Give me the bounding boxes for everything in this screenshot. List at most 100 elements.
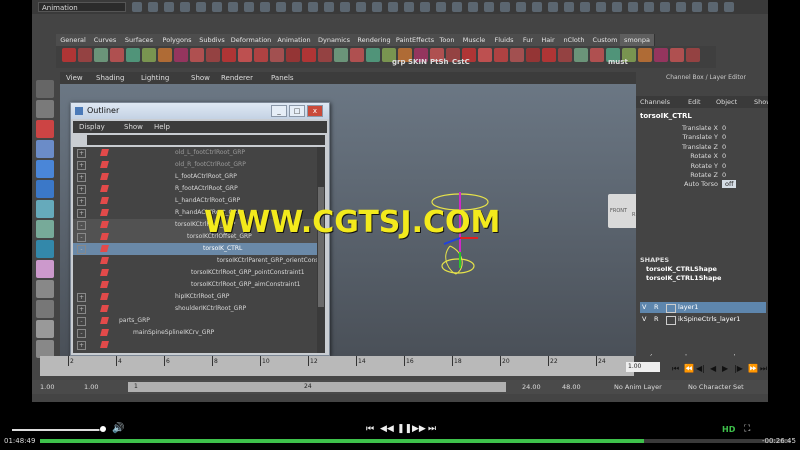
toolbar-icon[interactable]	[372, 2, 382, 12]
shelf-tool-icon[interactable]	[238, 48, 252, 62]
shelf-tool-icon[interactable]	[158, 48, 172, 62]
shelf-tab-custom[interactable]: Custom	[590, 34, 621, 46]
expand-toggle-icon[interactable]: +	[77, 161, 86, 170]
shelf-tool-icon[interactable]	[142, 48, 156, 62]
shelf-tab-fur[interactable]: Fur	[518, 34, 539, 46]
step-key-forward-icon[interactable]: |▶	[734, 364, 743, 373]
outliner-row[interactable]: - torsoIK_CTRL	[73, 243, 317, 255]
tool-icon[interactable]	[36, 280, 54, 298]
tool-icon[interactable]	[36, 260, 54, 278]
shelf-tool-icon[interactable]	[574, 48, 588, 62]
toolbar-icon[interactable]	[724, 2, 734, 12]
shelf-tab-polygons[interactable]: Polygons	[158, 34, 197, 46]
mode-select[interactable]: Animation	[38, 2, 126, 12]
layer-render-toggle[interactable]: R	[654, 314, 659, 325]
outliner-row[interactable]: - mainSpineSplineIKCrv_GRP	[73, 327, 317, 339]
layer-row[interactable]: V Rlayer1	[640, 302, 766, 313]
tool-icon[interactable]	[36, 100, 54, 118]
outliner-menu-display[interactable]: Display	[79, 121, 105, 133]
shelf-tab-toon[interactable]: Toon	[436, 34, 459, 46]
shelf-tool-icon[interactable]	[526, 48, 540, 62]
expand-toggle-icon[interactable]: +	[77, 293, 86, 302]
toolbar-icon[interactable]	[404, 2, 414, 12]
range-end-field[interactable]: 24.00	[522, 382, 541, 392]
toolbar-icon[interactable]	[148, 2, 158, 12]
shelf-tool-icon[interactable]	[110, 48, 124, 62]
viewport-menu-lighting[interactable]: Lighting	[141, 72, 169, 84]
attribute-row[interactable]: Auto Torso off	[646, 180, 758, 189]
viewport-menu-shading[interactable]: Shading	[96, 72, 124, 84]
shelf-tool-icon[interactable]	[366, 48, 380, 62]
expand-toggle-icon[interactable]: +	[77, 197, 86, 206]
attribute-value[interactable]: 0	[722, 124, 726, 132]
step-back-icon[interactable]: ⏪	[684, 364, 694, 373]
toolbar-icon[interactable]	[324, 2, 334, 12]
anim-layer-select[interactable]: No Anim Layer	[614, 382, 662, 392]
hd-toggle[interactable]: HD	[722, 425, 735, 434]
tool-icon[interactable]	[36, 80, 54, 98]
shelf-tool-icon[interactable]	[334, 48, 348, 62]
shelf-tool-icon[interactable]	[126, 48, 140, 62]
toolbar-icon[interactable]	[292, 2, 302, 12]
viewport-menu-renderer[interactable]: Renderer	[221, 72, 253, 84]
outliner-row[interactable]: torsoIKCtrlRoot_GRP_aimConstraint1	[73, 279, 317, 291]
attribute-value[interactable]: 0	[722, 133, 726, 141]
expand-toggle-icon[interactable]: -	[77, 317, 86, 326]
shelf-tab-curves[interactable]: Curves	[90, 34, 121, 46]
maximize-button[interactable]: □	[289, 105, 305, 117]
toolbar-icon[interactable]	[356, 2, 366, 12]
attribute-value[interactable]: 0	[722, 152, 726, 160]
toolbar-icon[interactable]	[436, 2, 446, 12]
volume-icon[interactable]: 🔊	[112, 423, 124, 434]
toolbar-icon[interactable]	[516, 2, 526, 12]
toolbar-icon[interactable]	[212, 2, 222, 12]
attribute-row[interactable]: Translate X 0	[646, 124, 758, 133]
toolbar-icon[interactable]	[532, 2, 542, 12]
shelf-tool-icon[interactable]	[590, 48, 604, 62]
attribute-row[interactable]: Translate Z 0	[646, 143, 758, 152]
channel-box-menu-channels[interactable]: Channels	[640, 96, 670, 108]
toolbar-icon[interactable]	[244, 2, 254, 12]
end-time-field[interactable]: 48.00	[562, 382, 581, 392]
time-slider[interactable]: 2 4 6 8 10 12 14 16 18 20 22 24	[40, 356, 634, 376]
expand-toggle-icon[interactable]: -	[77, 245, 86, 254]
go-to-start-icon[interactable]: ⏮	[672, 364, 679, 374]
outliner-filter-field[interactable]	[87, 135, 325, 145]
attribute-value[interactable]: off	[722, 180, 737, 189]
shelf-tool-icon[interactable]	[542, 48, 556, 62]
expand-toggle-icon[interactable]	[77, 257, 84, 264]
shelf-tool-icon[interactable]	[62, 48, 76, 62]
expand-toggle-icon[interactable]: +	[77, 209, 86, 218]
go-to-end-icon[interactable]: ⏭	[760, 364, 767, 374]
play-forward-icon[interactable]: ▶	[722, 364, 728, 373]
step-back-icon[interactable]: ◀◀	[380, 424, 394, 434]
shelf-tool-icon[interactable]	[270, 48, 284, 62]
toolbar-icon[interactable]	[548, 2, 558, 12]
shelf-tool-icon[interactable]	[686, 48, 700, 62]
shelf-tab-painteffects[interactable]: PaintEffects	[394, 34, 437, 46]
attribute-value[interactable]: 0	[722, 162, 726, 170]
layer-color-swatch[interactable]	[666, 316, 676, 325]
toolbar-icon[interactable]	[644, 2, 654, 12]
outliner-row[interactable]: + old_R_footCtrlRoot_GRP	[73, 159, 317, 171]
tool-icon[interactable]	[36, 160, 54, 178]
viewport-menu-show[interactable]: Show	[191, 72, 210, 84]
outliner-row[interactable]: + shoulderIKCtrlRoot_GRP	[73, 303, 317, 315]
toolbar-icon[interactable]	[708, 2, 718, 12]
outliner-row[interactable]: + R_footACtrlRoot_GRP	[73, 183, 317, 195]
toolbar-icon[interactable]	[228, 2, 238, 12]
tool-icon[interactable]	[36, 120, 54, 138]
layer-name[interactable]: layer1	[678, 302, 698, 313]
layer-visibility-toggle[interactable]: V	[642, 314, 646, 325]
tool-icon[interactable]	[36, 180, 54, 198]
attribute-row[interactable]: Rotate Z 0	[646, 171, 758, 180]
expand-toggle-icon[interactable]	[77, 269, 84, 276]
toolbar-icon[interactable]	[580, 2, 590, 12]
outliner-menu-show[interactable]: Show	[124, 121, 143, 133]
outliner-scrollbar[interactable]	[317, 147, 325, 353]
shelf-tab-rendering[interactable]: Rendering	[354, 34, 395, 46]
close-button[interactable]: x	[307, 105, 323, 117]
shelf-tab-smonpa[interactable]: smonpa	[620, 34, 655, 46]
range-start-field[interactable]: 1.00	[84, 382, 98, 392]
shelf-tool-icon[interactable]	[510, 48, 524, 62]
